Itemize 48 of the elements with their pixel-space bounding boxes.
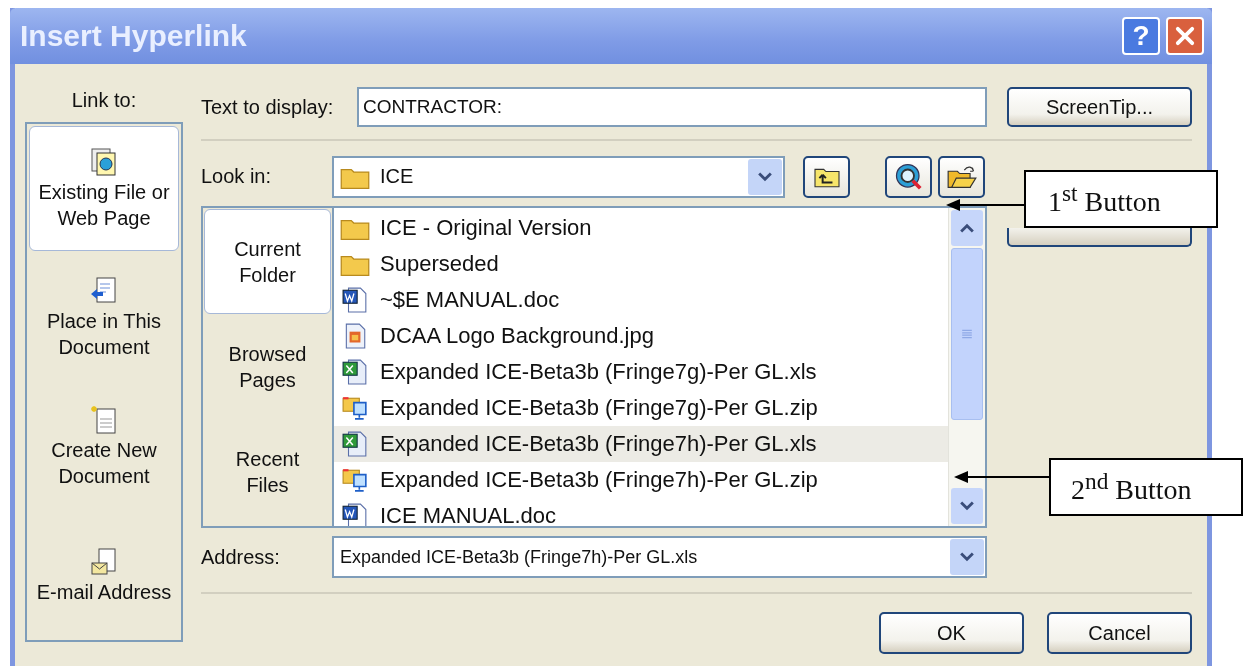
- callout-label: 1$^{st}$ Button: [1024, 170, 1218, 228]
- grip-icon: [961, 328, 973, 340]
- up-folder-button[interactable]: [803, 155, 850, 198]
- address-field[interactable]: Expanded ICE-Beta3b (Fringe7h)-Per GL.xls: [332, 536, 987, 578]
- text-to-display-field[interactable]: CONTRACTOR:: [357, 87, 987, 127]
- navigation-item[interactable]: Current Folder: [204, 209, 331, 315]
- compressed-folder-icon: [340, 467, 370, 493]
- vertical-scrollbar[interactable]: [948, 208, 985, 526]
- link-to-item[interactable]: Existing File or Web Page: [29, 126, 179, 251]
- file-item[interactable]: Expanded ICE-Beta3b (Fringe7h)-Per GL.zip: [334, 462, 948, 498]
- close-button[interactable]: [1166, 17, 1204, 55]
- open-folder-icon: [946, 163, 977, 190]
- close-icon: [1173, 24, 1197, 48]
- file-item[interactable]: DCAA Logo Background.jpg: [334, 318, 948, 354]
- link-to-item[interactable]: E-mail Address: [29, 513, 179, 638]
- scroll-up-icon: [960, 223, 974, 233]
- help-button[interactable]: ?: [1122, 17, 1160, 55]
- file-item[interactable]: Expanded ICE-Beta3b (Fringe7g)-Per GL.zip: [334, 390, 948, 426]
- navigation-item[interactable]: Recent Files: [204, 419, 331, 525]
- file-item[interactable]: ICE MANUAL.doc: [334, 498, 948, 526]
- address-label: Address:: [201, 545, 281, 569]
- file-item[interactable]: Superseded: [334, 246, 948, 282]
- cancel-button[interactable]: Cancel: [1047, 612, 1192, 654]
- link-to-item[interactable]: Place in This Document: [29, 255, 179, 380]
- link-to-label: Link to:: [71, 88, 137, 113]
- navigation-item[interactable]: Browsed Pages: [204, 314, 331, 420]
- look-in-dropdown[interactable]: ICE: [332, 155, 785, 198]
- callout-label: 2$^{nd}$ Button: [1049, 458, 1243, 516]
- document-arrow-icon: [89, 275, 119, 306]
- screentip-button[interactable]: ScreenTip...: [1007, 87, 1192, 127]
- file-item[interactable]: ~$E MANUAL.doc: [334, 282, 948, 318]
- scroll-down-icon: [960, 501, 974, 511]
- bookmark-button[interactable]: [1007, 228, 1192, 247]
- text-to-display-label: Text to display:: [201, 95, 335, 119]
- globe-magnifier-icon: [893, 161, 924, 192]
- look-in-label: Look in:: [201, 165, 273, 188]
- compressed-folder-icon: [340, 395, 370, 421]
- file-item[interactable]: Expanded ICE-Beta3b (Fringe7g)-Per GL.xls: [334, 354, 948, 390]
- new-document-icon: [89, 404, 119, 435]
- file-item[interactable]: ICE - Original Version: [334, 210, 948, 246]
- file-item[interactable]: Expanded ICE-Beta3b (Fringe7h)-Per GL.xls: [334, 426, 948, 462]
- browse-file-button[interactable]: [938, 155, 985, 198]
- browse-web-button[interactable]: [885, 155, 932, 198]
- document-globe-icon: [89, 146, 119, 177]
- link-to-item[interactable]: Create New Document: [29, 384, 179, 509]
- document-envelope-icon: [89, 546, 119, 577]
- ok-button[interactable]: OK: [879, 612, 1024, 654]
- window-title: Insert Hyperlink: [20, 19, 247, 53]
